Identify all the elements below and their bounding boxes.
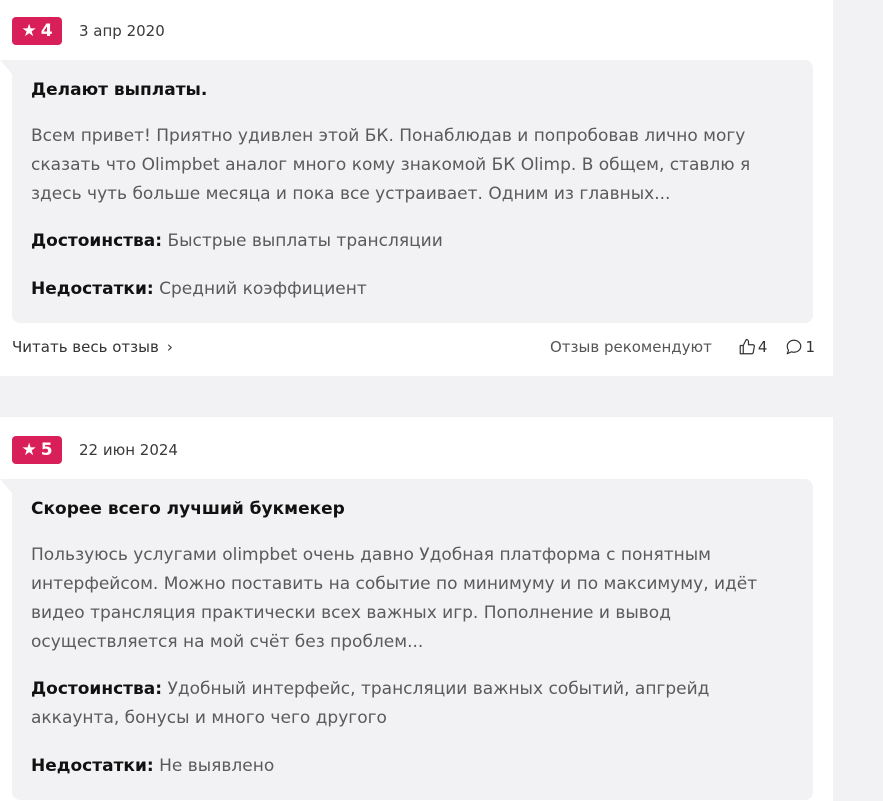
comment-count: 1 (805, 338, 815, 356)
star-icon: ★ (21, 439, 37, 460)
pros-text: Быстрые выплаты трансляции (167, 231, 443, 251)
pros-label: Достоинства: (31, 231, 163, 251)
comment-icon (785, 338, 803, 356)
like-button[interactable]: 4 (738, 338, 768, 356)
comment-button[interactable]: 1 (785, 338, 815, 356)
review-footer: Читать весь отзыв › Отзыв рекомендуют 4 … (12, 334, 815, 360)
cons-label: Недостатки: (31, 756, 154, 776)
rating-badge: ★ 4 (12, 17, 62, 45)
like-count: 4 (757, 338, 768, 356)
review-title: Делают выплаты. (31, 80, 208, 100)
recommended-label: Отзыв рекомендуют (549, 338, 712, 356)
review-text: Пользуюсь услугами olimpbet очень давно … (31, 545, 758, 652)
review-date: 3 апр 2020 (79, 22, 165, 40)
cons-text: Средний коэффициент (159, 279, 367, 299)
review-body: Делают выплаты. Всем привет! Приятно уди… (0, 60, 813, 323)
read-more-label: Читать весь отзыв (12, 338, 159, 356)
review-text: Всем привет! Приятно удивлен этой БК. По… (31, 126, 751, 204)
read-more-link[interactable]: Читать весь отзыв › (12, 338, 173, 356)
rating-value: 5 (40, 440, 53, 460)
review-pros: Достоинства: Удобный интерфейс, трансляц… (31, 675, 801, 733)
rating-value: 4 (40, 21, 53, 41)
chevron-right-icon: › (166, 338, 173, 356)
review-cons: Недостатки: Не выявлено (31, 752, 801, 781)
review-header: ★ 4 3 апр 2020 (12, 17, 165, 45)
review-pros: Достоинства: Быстрые выплаты трансляции (31, 227, 801, 256)
review-date: 22 июн 2024 (79, 441, 178, 459)
review-card: ★ 4 3 апр 2020 Делают выплаты. Всем прив… (0, 0, 833, 376)
rating-badge: ★ 5 (12, 436, 62, 464)
pros-label: Достоинства: (31, 679, 163, 699)
cons-label: Недостатки: (31, 279, 154, 299)
thumbs-up-icon (738, 338, 756, 356)
review-cons: Недостатки: Средний коэффициент (31, 275, 801, 304)
review-header: ★ 5 22 июн 2024 (12, 436, 178, 464)
star-icon: ★ (21, 20, 37, 41)
review-title: Скорее всего лучший букмекер (31, 499, 345, 519)
card-gap (0, 376, 833, 417)
cons-text: Не выявлено (159, 756, 275, 776)
page-gutter (833, 0, 883, 801)
review-body: Скорее всего лучший букмекер Пользуюсь у… (0, 479, 813, 800)
